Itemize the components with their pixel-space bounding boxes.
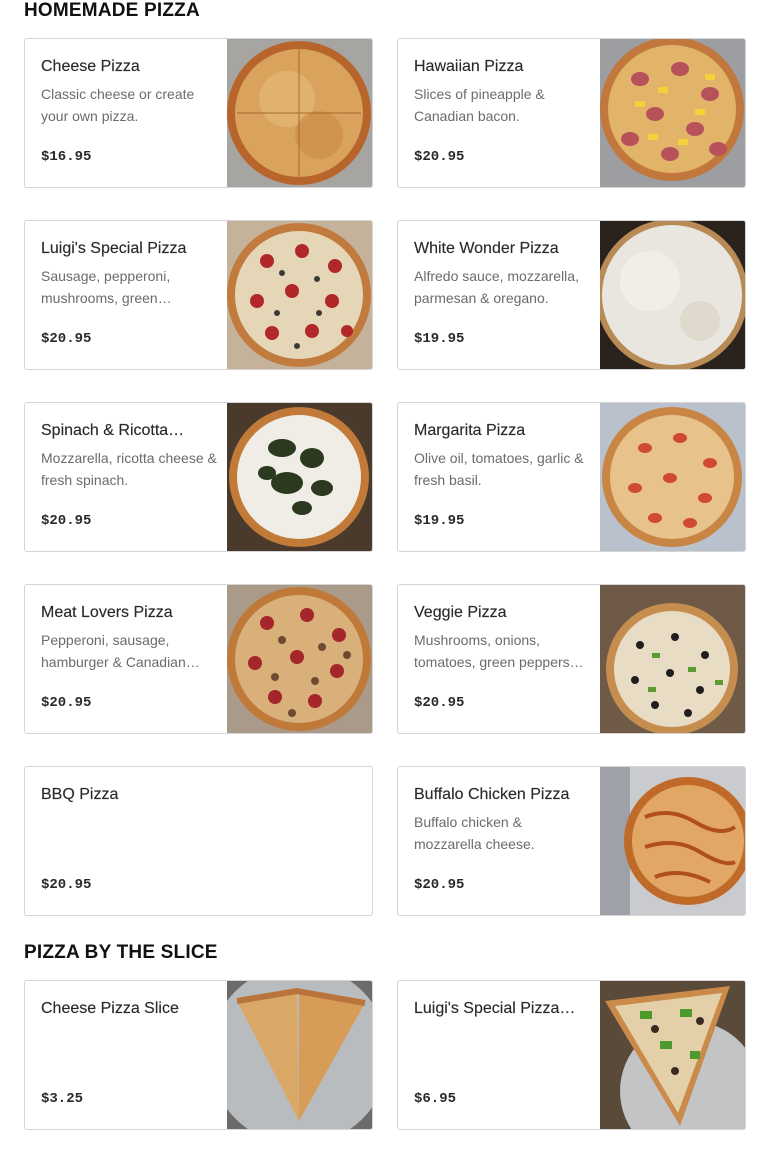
item-name: Cheese Pizza: [41, 58, 140, 75]
item-description: Mushrooms, onions, tomatoes, green peppe…: [414, 632, 584, 670]
luigis-slice-photo: [600, 981, 745, 1129]
item-name: Meat Lovers Pizza: [41, 604, 173, 621]
item-description: Slices of pineapple & Canadian bacon.: [414, 86, 545, 124]
menu-item-spinach-ricotta-pizza[interactable]: Spinach & Ricotta… Mozzarella, ricotta c…: [24, 402, 373, 552]
luigis-special-photo: [227, 221, 372, 369]
buffalo-chicken-photo: [600, 767, 745, 915]
item-name: BBQ Pizza: [41, 786, 119, 803]
item-price: $6.95: [414, 1091, 457, 1107]
spinach-ricotta-photo: [227, 403, 372, 551]
menu-item-hawaiian-pizza[interactable]: Hawaiian Pizza Slices of pineapple & Can…: [397, 38, 746, 188]
item-description: [41, 1025, 217, 1069]
item-name: Spinach & Ricotta…: [41, 422, 185, 439]
margarita-photo: [600, 403, 745, 551]
menu-item-veggie-pizza[interactable]: Veggie Pizza Mushrooms, onions, tomatoes…: [397, 584, 746, 734]
cheese-slice-photo: [227, 981, 372, 1129]
item-price: $20.95: [41, 695, 92, 711]
item-description: Olive oil, tomatoes, garlic & fresh basi…: [414, 450, 584, 488]
section-title-homemade-pizza: HOMEMADE PIZZA: [24, 0, 200, 21]
item-description: Mozzarella, ricotta cheese & fresh spina…: [41, 450, 217, 488]
item-name: Hawaiian Pizza: [414, 58, 524, 75]
item-price: $3.25: [41, 1091, 84, 1107]
item-name: Cheese Pizza Slice: [41, 1000, 179, 1017]
menu-item-buffalo-chicken-pizza[interactable]: Buffalo Chicken Pizza Buffalo chicken & …: [397, 766, 746, 916]
item-name: Luigi's Special Pizza: [41, 240, 187, 257]
item-price: $19.95: [414, 513, 465, 529]
item-name: White Wonder Pizza: [414, 240, 559, 257]
meat-lovers-photo: [227, 585, 372, 733]
white-wonder-photo: [600, 221, 745, 369]
menu-item-cheese-pizza[interactable]: Cheese Pizza Classic cheese or create yo…: [24, 38, 373, 188]
menu-item-margarita-pizza[interactable]: Margarita Pizza Olive oil, tomatoes, gar…: [397, 402, 746, 552]
item-price: $16.95: [41, 149, 92, 165]
menu-item-luigis-special-pizza[interactable]: Luigi's Special Pizza Sausage, pepperoni…: [24, 220, 373, 370]
item-price: $19.95: [414, 331, 465, 347]
item-description: Classic cheese or create your own pizza.: [41, 86, 195, 124]
menu-item-luigis-special-pizza-slice[interactable]: Luigi's Special Pizza… $6.95: [397, 980, 746, 1130]
item-description: Buffalo chicken & mozzarella cheese.: [414, 814, 535, 852]
item-name: Margarita Pizza: [414, 422, 526, 439]
menu-item-white-wonder-pizza[interactable]: White Wonder Pizza Alfredo sauce, mozzar…: [397, 220, 746, 370]
item-price: $20.95: [41, 877, 92, 893]
section-title-pizza-by-the-slice: PIZZA BY THE SLICE: [24, 942, 218, 963]
cheese-pizza-photo: [227, 39, 372, 187]
item-name: Veggie Pizza: [414, 604, 507, 621]
item-description: Alfredo sauce, mozzarella, parmesan & or…: [414, 268, 579, 306]
item-price: $20.95: [41, 513, 92, 529]
item-description: Pepperoni, sausage, hamburger & Canadian…: [41, 632, 200, 670]
hawaiian-pizza-photo: [600, 39, 745, 187]
veggie-photo: [600, 585, 745, 733]
item-price: $20.95: [414, 149, 465, 165]
item-name: Buffalo Chicken Pizza: [414, 786, 570, 803]
item-description: [414, 1025, 590, 1069]
menu-item-cheese-pizza-slice[interactable]: Cheese Pizza Slice $3.25: [24, 980, 373, 1130]
item-description: Sausage, pepperoni, mushrooms, green…: [41, 268, 172, 306]
menu-item-meat-lovers-pizza[interactable]: Meat Lovers Pizza Pepperoni, sausage, ha…: [24, 584, 373, 734]
item-price: $20.95: [41, 331, 92, 347]
item-name: Luigi's Special Pizza…: [414, 1000, 576, 1017]
item-price: $20.95: [414, 695, 465, 711]
menu-item-bbq-pizza[interactable]: BBQ Pizza $20.95: [24, 766, 373, 916]
item-description: [41, 811, 217, 855]
item-price: $20.95: [414, 877, 465, 893]
